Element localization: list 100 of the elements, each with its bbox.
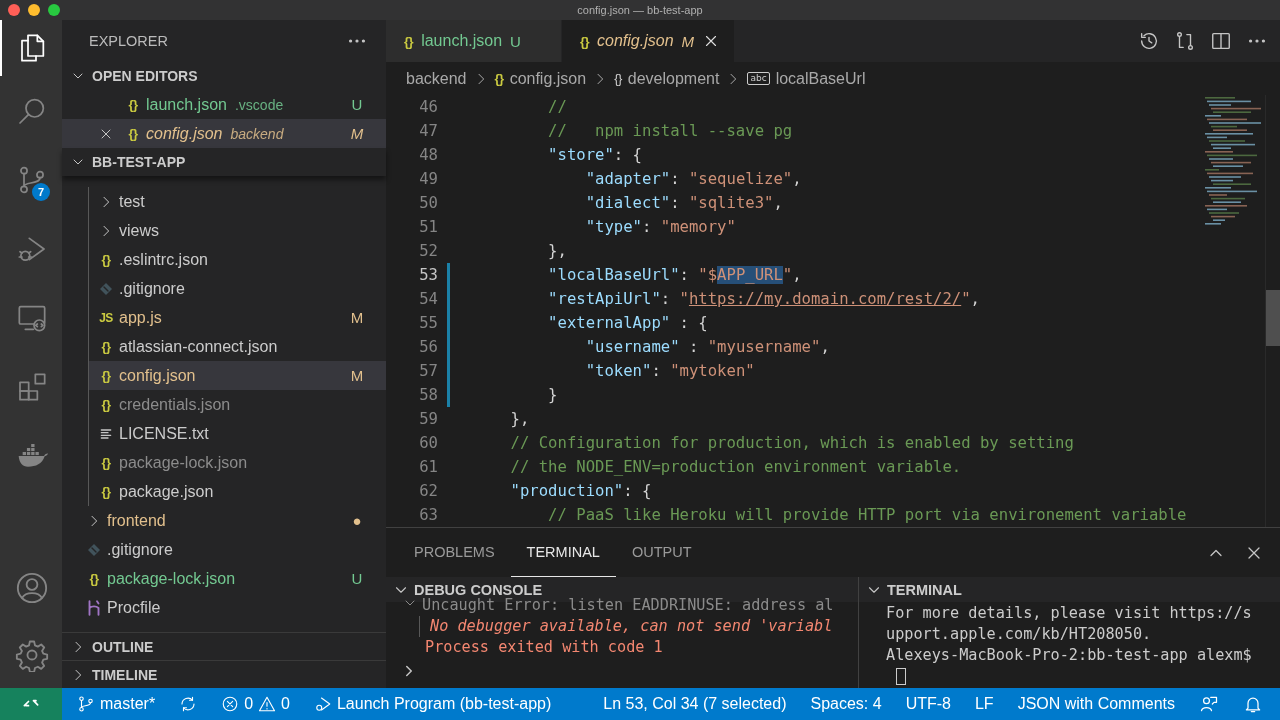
braces-icon: {} bbox=[101, 339, 111, 354]
code-line: "restApiUrl": "https://my.domain.com/rest/2/", bbox=[547, 290, 980, 308]
window-title: config.json — bb-test-app bbox=[577, 4, 703, 16]
status-item[interactable]: Spaces: 4 bbox=[801, 688, 891, 720]
section-title[interactable]: OUTLINE bbox=[92, 638, 154, 655]
breadcrumb[interactable]: abc localBaseUrl bbox=[747, 69, 866, 88]
code-line: "dialect": "sqlite3", bbox=[584, 194, 783, 212]
section-title[interactable]: TIMELINE bbox=[92, 666, 158, 683]
braces-icon: {} bbox=[404, 33, 414, 49]
code-line: }, bbox=[547, 242, 567, 260]
braces-icon: {} bbox=[128, 97, 138, 112]
code-line: "username" : "myusername", bbox=[584, 338, 830, 356]
problems-status[interactable]: 0 0 bbox=[212, 688, 299, 720]
code-line: "store": { bbox=[547, 146, 642, 164]
code-line: // Configuration for production, which is enabled by setting bbox=[509, 434, 1074, 452]
status-item[interactable]: Ln 53, Col 34 (7 selected) bbox=[594, 688, 796, 720]
minimize-window-button[interactable] bbox=[28, 4, 40, 16]
folder-item[interactable]: views bbox=[89, 216, 386, 245]
file-item[interactable]: {} atlassian-connect.json bbox=[89, 332, 386, 361]
status-item[interactable]: UTF-8 bbox=[896, 688, 960, 720]
line-number: 47 bbox=[418, 122, 438, 140]
code-line: "externalApp" : { bbox=[547, 314, 708, 332]
activity-tab[interactable]: 7 bbox=[0, 145, 62, 214]
js-icon: JS bbox=[99, 310, 113, 325]
line-number: 56 bbox=[418, 338, 438, 356]
status-item[interactable]: JSON with Comments bbox=[1008, 688, 1184, 720]
folder-item[interactable]: test bbox=[89, 187, 386, 216]
line-number: 62 bbox=[418, 482, 438, 500]
zoom-window-button[interactable] bbox=[48, 4, 60, 16]
git-status: M bbox=[350, 309, 364, 326]
braces-icon: {} bbox=[101, 252, 111, 267]
braces-icon: {} bbox=[579, 33, 590, 49]
error-count: 0 bbox=[244, 695, 254, 713]
code-line: "token": "mytoken" bbox=[584, 362, 755, 380]
folder-hint: .vscode bbox=[234, 96, 284, 113]
file-item[interactable]: {} .eslintrc.json bbox=[89, 245, 386, 274]
git-status: M bbox=[350, 367, 364, 384]
line-number: 55 bbox=[418, 314, 438, 332]
section-title[interactable]: OPEN EDITORS bbox=[92, 68, 198, 84]
file-item[interactable]: .gitignore bbox=[89, 274, 386, 303]
line-number: 59 bbox=[418, 410, 438, 428]
editor-tab[interactable]: {} config.json M bbox=[561, 20, 736, 62]
file-item[interactable]: .gitignore bbox=[62, 535, 386, 564]
run-debug-icon bbox=[313, 695, 332, 713]
breadcrumb[interactable]: backend bbox=[406, 69, 467, 88]
folder-hint: backend bbox=[230, 125, 284, 142]
account-icon[interactable] bbox=[15, 570, 49, 605]
section-title[interactable]: BB-TEST-APP bbox=[92, 154, 186, 170]
scrollbar-thumb[interactable] bbox=[1266, 290, 1280, 346]
breadcrumb[interactable]: {} config.json bbox=[494, 69, 587, 88]
git-status: ● bbox=[351, 512, 363, 529]
warning-icon bbox=[258, 695, 277, 713]
status-item[interactable]: LF bbox=[965, 688, 1003, 720]
sync-icon[interactable] bbox=[179, 695, 198, 713]
code-line: "type": "memory" bbox=[584, 218, 736, 236]
git-status: U bbox=[350, 570, 364, 587]
line-number: 46 bbox=[418, 98, 438, 116]
terminal-line: upport.apple.com/kb/HT208050. bbox=[886, 624, 1152, 645]
split-editor-icon[interactable] bbox=[1210, 30, 1232, 52]
file-item[interactable]: {} package-lock.json bbox=[89, 448, 386, 477]
open-editor-item[interactable]: {} config.json backend M bbox=[62, 119, 386, 148]
terminal-cursor bbox=[896, 668, 906, 685]
feedback-icon[interactable] bbox=[1199, 694, 1219, 714]
line-number: 53 bbox=[418, 266, 438, 284]
file-item[interactable]: {} package.json bbox=[89, 477, 386, 506]
console-line: No debugger available, can not send 'variabl bbox=[419, 616, 833, 637]
code-line: }, bbox=[509, 410, 530, 428]
file-item[interactable]: {} package-lock.json U bbox=[62, 564, 386, 593]
braces-icon: {} bbox=[101, 368, 111, 383]
branch-status[interactable]: master* bbox=[68, 688, 165, 720]
file-item[interactable]: {} credentials.json bbox=[89, 390, 386, 419]
compare-changes-icon[interactable] bbox=[1174, 30, 1196, 52]
close-window-button[interactable] bbox=[8, 4, 20, 16]
braces-icon: {} bbox=[128, 126, 138, 141]
panel-tab[interactable]: PROBLEMS bbox=[404, 528, 511, 577]
launch-status[interactable]: Launch Program (bb-test-app) bbox=[304, 688, 561, 720]
file-item[interactable]: LICENSE.txt bbox=[89, 419, 386, 448]
console-line: Uncaught Error: listen EADDRINUSE: address al bbox=[422, 595, 834, 616]
git-status: M bbox=[350, 125, 364, 142]
string-icon: abc bbox=[747, 72, 770, 85]
code-line: "production": { bbox=[509, 482, 652, 500]
file-item[interactable]: JS app.js M bbox=[89, 303, 386, 332]
console-line: Process exited with code 1 bbox=[425, 637, 663, 658]
braces-icon: {} bbox=[101, 397, 111, 412]
folder-item[interactable]: frontend ● bbox=[62, 506, 386, 535]
blocks-icon bbox=[16, 370, 48, 403]
open-editor-item[interactable]: {} launch.json .vscode U bbox=[62, 90, 386, 119]
count-badge: 7 bbox=[32, 183, 50, 201]
line-number: 63 bbox=[418, 506, 438, 524]
editor-tab[interactable]: {} launch.json U bbox=[386, 20, 562, 62]
file-item[interactable]: Procfile bbox=[62, 593, 386, 622]
line-number: 52 bbox=[418, 242, 438, 260]
code-line: "localBaseUrl": "$APP_URL", bbox=[547, 266, 802, 284]
file-item[interactable]: {} config.json M bbox=[89, 361, 386, 390]
braces-icon: {} bbox=[101, 484, 111, 499]
panel-tab[interactable]: OUTPUT bbox=[615, 528, 708, 577]
line-number: 54 bbox=[418, 290, 438, 308]
history-icon[interactable] bbox=[1138, 30, 1160, 52]
line-number: 60 bbox=[418, 434, 438, 452]
breadcrumb[interactable]: {} development bbox=[614, 69, 720, 88]
